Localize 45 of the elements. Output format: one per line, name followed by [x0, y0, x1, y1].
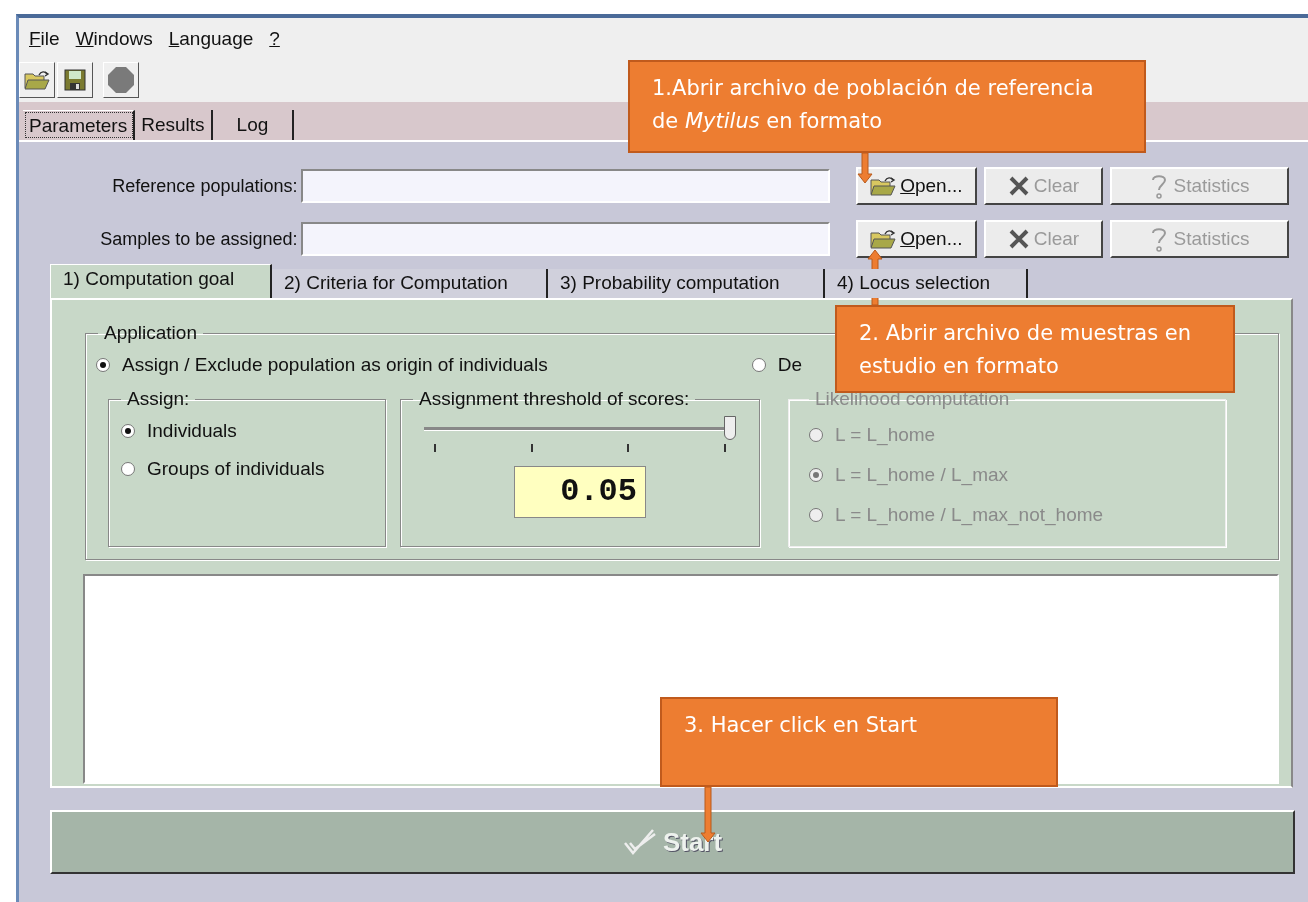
radio-button[interactable] [96, 358, 110, 372]
radio-label: Groups of individuals [147, 458, 325, 480]
leader-arrow [857, 153, 873, 183]
close-icon [1007, 228, 1030, 250]
input-field[interactable] [301, 169, 830, 203]
folder-icon [870, 228, 897, 250]
menu-item[interactable]: Windows [75, 28, 153, 50]
checkmark-icon [622, 827, 657, 857]
tab[interactable]: 1) Computation goal [50, 264, 272, 298]
close-icon [1007, 175, 1030, 197]
menu-item[interactable]: File [29, 28, 60, 50]
tab[interactable]: Parameters [23, 110, 136, 140]
group-title: Application [103, 322, 198, 344]
tab[interactable]: 2) Criteria for Computation [272, 269, 548, 298]
group-title: Assign: [126, 388, 191, 410]
field-label: Reference populations: [111, 175, 299, 197]
open-button[interactable]: Open... [855, 220, 977, 258]
radio-label: Assign / Exclude population as origin of individuals [122, 354, 548, 376]
radio-label: L = L_home / L_max_not_home [835, 504, 1104, 526]
radio-label: L = L_home [835, 424, 936, 446]
open-file-button[interactable] [19, 62, 55, 98]
slider-thumb[interactable] [724, 416, 736, 440]
radio-button[interactable] [121, 424, 135, 438]
field-label: Samples to be assigned: [99, 228, 299, 250]
callout-note: 1.Abrir archivo de población de referencia de Mytilus en formato [628, 60, 1146, 153]
radio-label: De [777, 354, 802, 376]
folder-icon [870, 175, 897, 197]
tab[interactable]: 3) Probability computation [548, 269, 825, 298]
menu-item[interactable]: Language [168, 28, 254, 50]
value-display: 0.05 [514, 466, 646, 518]
open-button[interactable]: Open... [855, 167, 977, 205]
folder-icon [24, 69, 50, 91]
radio-button[interactable] [751, 358, 766, 372]
radio-label: L = L_home / L_max [835, 464, 1009, 486]
callout-note: 2. Abrir archivo de muestras en estudio en formato [835, 305, 1235, 393]
radio-label: Individuals [147, 420, 237, 442]
stop-button[interactable] [103, 62, 139, 98]
tab[interactable]: 4) Locus selection [825, 269, 1028, 298]
callout-note: 3. Hacer click en Start [660, 697, 1058, 787]
menu-item[interactable]: ? [269, 28, 280, 50]
radio-button[interactable] [121, 462, 135, 476]
input-field[interactable] [301, 222, 830, 256]
stop-icon [107, 66, 135, 94]
save-button[interactable] [57, 62, 93, 98]
group-title: Assignment threshold of scores: [418, 388, 691, 410]
